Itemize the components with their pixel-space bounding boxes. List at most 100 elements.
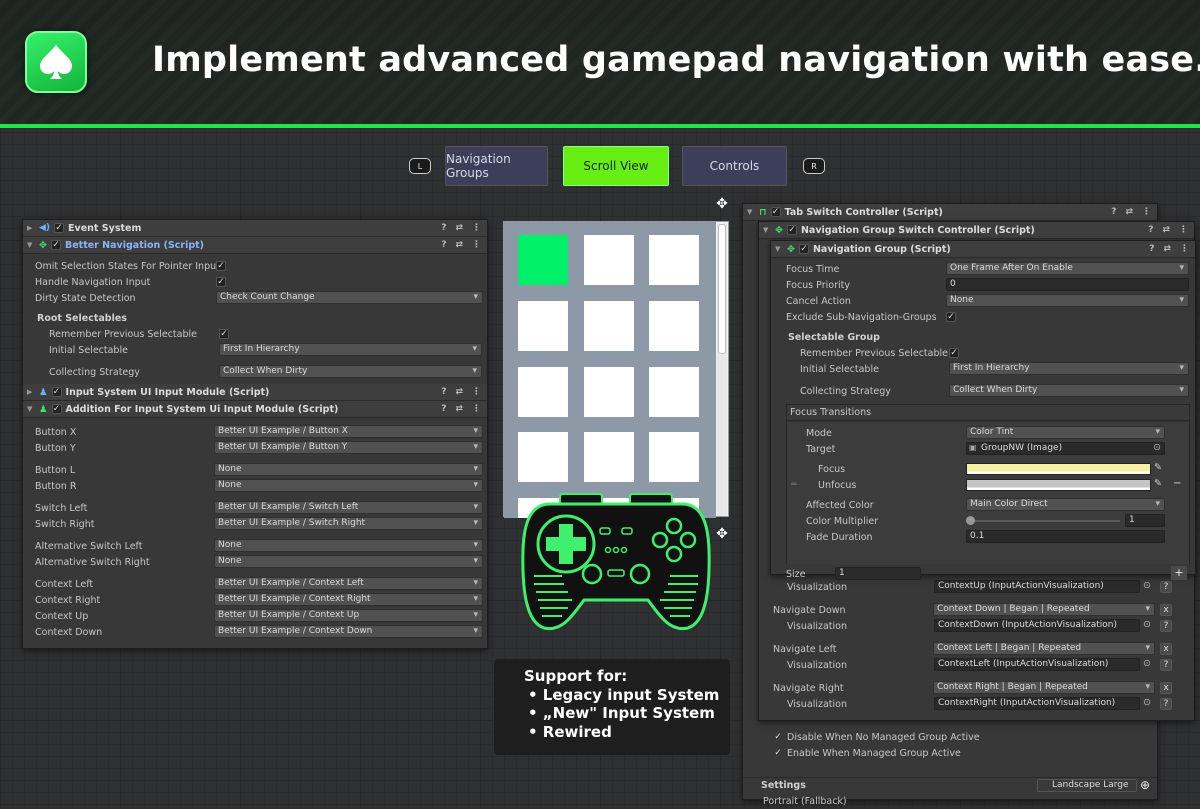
multiplier-field[interactable]: 1 (1125, 514, 1165, 527)
tab-scroll-view[interactable]: Scroll View (563, 146, 669, 186)
multiplier-slider-knob[interactable] (966, 516, 975, 525)
landscape-large-chip[interactable]: Landscape Large (1037, 779, 1137, 792)
help-icon[interactable]: ? (1111, 207, 1116, 217)
tab-navigation-groups[interactable]: Navigation Groups (445, 146, 548, 186)
scroll-view[interactable] (503, 221, 729, 518)
eyedropper-icon[interactable]: ✎ (1154, 478, 1162, 489)
kebab-menu-icon[interactable]: ⋮ (472, 223, 481, 233)
focus-time-dropdown[interactable]: One Frame After On Enable (946, 262, 1189, 275)
kebab-menu-icon[interactable]: ⋮ (1179, 225, 1188, 235)
enabled-checkbox[interactable]: ✓ (770, 207, 781, 217)
grid-cell[interactable] (584, 432, 634, 482)
move-handle-icon[interactable]: ✥ (714, 526, 730, 542)
scrollbar-thumb[interactable] (718, 224, 726, 354)
kebab-menu-icon[interactable]: ⋮ (472, 240, 481, 250)
binding-dropdown[interactable]: Better UI Example / Switch Right (214, 517, 483, 530)
preset-icon[interactable]: ⇄ (455, 387, 463, 397)
navigate-down-dropdown[interactable]: Context Down | Began | Repeated (933, 603, 1155, 616)
add-element-icon[interactable]: + (1171, 566, 1187, 580)
disable-when-checkbox[interactable]: ✓ (773, 732, 783, 742)
enable-when-checkbox[interactable]: ✓ (773, 748, 783, 758)
affected-color-dropdown[interactable]: Main Color Direct (966, 498, 1165, 511)
tab-controls[interactable]: Controls (682, 146, 787, 186)
navigate-right-dropdown[interactable]: Context Right | Began | Repeated (933, 681, 1155, 694)
foldout-arrow-icon[interactable]: ▼ (747, 208, 755, 216)
fade-duration-field[interactable]: 0.1 (966, 530, 1165, 543)
vertical-scrollbar[interactable] (717, 224, 727, 516)
remove-button[interactable]: x (1160, 643, 1172, 655)
size-field[interactable]: 1 (835, 567, 921, 580)
better-navigation-header[interactable]: ▼ ✥ ✓ Better Navigation (Script) ? ⇄ ⋮ (23, 237, 487, 254)
binding-dropdown[interactable]: None (214, 555, 483, 568)
binding-dropdown[interactable]: Better UI Example / Context Left (214, 577, 483, 590)
focus-priority-field[interactable]: 0 (946, 278, 1189, 291)
grid-cell[interactable] (584, 235, 634, 285)
grid-cell-selected[interactable] (518, 235, 568, 285)
binding-dropdown[interactable]: None (214, 463, 483, 476)
omit-selection-checkbox[interactable]: ✓ (216, 261, 226, 271)
grid-cell[interactable] (518, 432, 568, 482)
enabled-checkbox[interactable]: ✓ (50, 240, 61, 250)
exclude-sub-checkbox[interactable]: ✓ (946, 312, 956, 322)
navigate-left-dropdown[interactable]: Context Left | Began | Repeated (933, 642, 1155, 655)
enabled-checkbox[interactable]: ✓ (798, 244, 809, 254)
mode-dropdown[interactable]: Color Tint (966, 426, 1165, 439)
object-picker-icon[interactable]: ⊙ (1143, 619, 1151, 630)
viz-left-field[interactable]: ContextLeft (InputActionVisualization) (934, 658, 1140, 671)
help-button[interactable]: ? (1160, 581, 1172, 593)
multiplier-slider-track[interactable] (970, 520, 1120, 522)
foldout-arrow-icon[interactable]: ▼ (763, 226, 771, 234)
preset-icon[interactable]: ⇄ (1162, 225, 1170, 235)
binding-dropdown[interactable]: None (214, 539, 483, 552)
preset-icon[interactable]: ⇄ (455, 223, 463, 233)
kebab-menu-icon[interactable]: ⋮ (472, 404, 481, 414)
enabled-checkbox[interactable]: ✓ (54, 223, 65, 233)
viz-right-field[interactable]: ContextRight (InputActionVisualization) (934, 697, 1140, 710)
grid-cell[interactable] (649, 301, 699, 351)
tab-switch-header[interactable]: ▼ ⊓ ✓ Tab Switch Controller (Script) ? ⇄ ⋮ (743, 204, 1157, 221)
collecting-dropdown[interactable]: Collect When Dirty (219, 365, 482, 378)
help-icon[interactable]: ? (1149, 244, 1154, 254)
navigation-group-header[interactable]: ▼ ✥ ✓ Navigation Group (Script) ? ⇄ ⋮ (771, 241, 1195, 258)
binding-dropdown[interactable]: Better UI Example / Context Up (214, 609, 483, 622)
addition-module-header[interactable]: ▼ ♟ ✓ Addition For Input System Ui Input… (23, 401, 487, 418)
viz-down-field[interactable]: ContextDown (InputActionVisualization) (934, 619, 1140, 632)
move-handle-icon[interactable]: ✥ (714, 196, 730, 212)
remember-prev-checkbox[interactable]: ✓ (219, 329, 229, 339)
foldout-arrow-icon[interactable]: ▼ (775, 245, 783, 253)
target-field[interactable]: GroupNW (Image) (966, 442, 1165, 455)
grid-cell[interactable] (584, 367, 634, 417)
binding-dropdown[interactable]: Better UI Example / Context Down (214, 625, 483, 638)
input-module-header[interactable]: ▶ ♟ ✓ Input System UI Input Module (Scri… (23, 384, 487, 401)
help-icon[interactable]: ? (441, 404, 446, 414)
kebab-menu-icon[interactable]: ⋮ (1180, 244, 1189, 254)
object-picker-icon[interactable]: ⊙ (1153, 442, 1161, 453)
object-picker-icon[interactable]: ⊙ (1143, 658, 1151, 669)
help-icon[interactable]: ? (441, 223, 446, 233)
preset-icon[interactable]: ⇄ (1163, 244, 1171, 254)
help-button[interactable]: ? (1160, 620, 1172, 632)
collecting-dropdown[interactable]: Collect When Dirty (949, 384, 1189, 397)
enabled-checkbox[interactable]: ✓ (786, 225, 797, 235)
help-icon[interactable]: ? (441, 387, 446, 397)
help-icon[interactable]: ? (441, 240, 446, 250)
foldout-arrow-icon[interactable]: ▶ (27, 388, 35, 396)
object-picker-icon[interactable]: ⊙ (1143, 697, 1151, 708)
binding-dropdown[interactable]: None (214, 479, 483, 492)
remember-prev-checkbox[interactable]: ✓ (949, 348, 959, 358)
grid-cell[interactable] (584, 301, 634, 351)
preset-icon[interactable]: ⇄ (455, 404, 463, 414)
group-switch-header[interactable]: ▼ ✥ ✓ Navigation Group Switch Controller… (759, 222, 1194, 239)
binding-dropdown[interactable]: Better UI Example / Context Right (214, 593, 483, 606)
initial-selectable-dropdown[interactable]: First In Hierarchy (949, 362, 1189, 375)
preset-icon[interactable]: ⇄ (1125, 207, 1133, 217)
remove-button[interactable]: x (1160, 682, 1172, 694)
enabled-checkbox[interactable]: ✓ (51, 387, 62, 397)
enabled-checkbox[interactable]: ✓ (51, 404, 62, 414)
kebab-menu-icon[interactable]: ⋮ (472, 387, 481, 397)
focus-color-swatch[interactable] (966, 463, 1151, 475)
foldout-arrow-icon[interactable]: ▶ (27, 224, 35, 232)
handle-navigation-checkbox[interactable]: ✓ (216, 277, 226, 287)
kebab-menu-icon[interactable]: ⋮ (1142, 207, 1151, 217)
unfocus-color-swatch[interactable] (966, 479, 1151, 491)
